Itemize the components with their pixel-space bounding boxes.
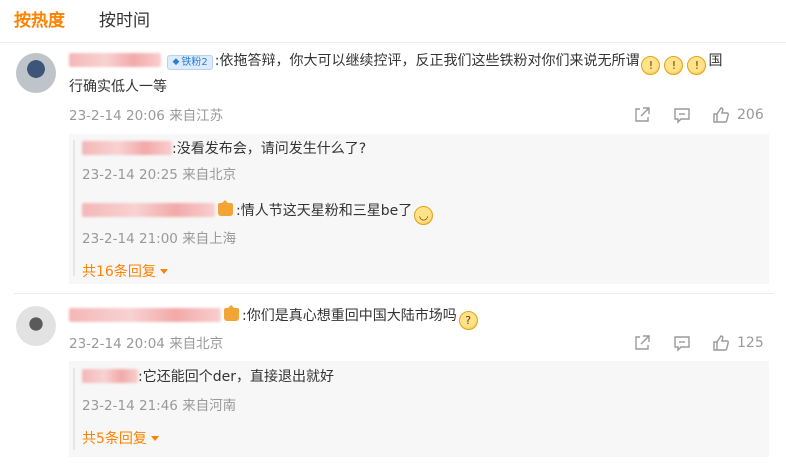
reply-location: 来自上海 <box>182 231 237 247</box>
comment-icon[interactable] <box>672 105 692 125</box>
vip-crown-icon <box>218 200 233 216</box>
reply-text: :情人节这天星粉和三星be了 ◡ <box>82 200 435 225</box>
replies-bar <box>73 368 75 450</box>
scream-emoji: ! <box>641 56 661 75</box>
comment-divider <box>14 293 774 294</box>
fan-badge[interactable]: ◆ 铁粉2 <box>167 55 213 70</box>
scream-emoji: ! <box>687 56 707 75</box>
thinking-emoji: ? <box>458 311 478 330</box>
username-blurred[interactable] <box>69 53 161 67</box>
diamond-icon: ◆ <box>172 57 180 67</box>
tab-by-time[interactable]: 按时间 <box>99 9 150 33</box>
caret-down-icon <box>150 436 159 441</box>
comment-text: :你们是真心想重回中国大陆市场吗 <box>242 308 457 324</box>
vip-crown-icon <box>224 305 239 321</box>
reply-username-blurred[interactable] <box>82 369 138 383</box>
comment-text-tail: 国 <box>708 53 723 69</box>
reply-username-blurred[interactable] <box>82 141 172 155</box>
reply-time: 23-2-14 21:46 <box>82 398 178 414</box>
smile-emoji: ◡ <box>414 206 434 225</box>
tabs-divider <box>0 42 786 43</box>
scream-emoji: ! <box>664 56 684 75</box>
more-replies-link[interactable]: 共16条回复 <box>82 263 168 281</box>
replies-bar <box>73 140 75 276</box>
reply-meta: 23-2-14 21:46 来自河南 <box>82 397 236 415</box>
comment-location: 来自江苏 <box>169 108 224 124</box>
share-icon[interactable] <box>632 105 652 125</box>
more-replies-link[interactable]: 共5条回复 <box>82 430 159 448</box>
like-count: 206 <box>737 107 764 123</box>
avatar[interactable] <box>16 306 56 346</box>
tab-by-hotness[interactable]: 按热度 <box>14 9 65 33</box>
reply-text: :没看发布会，请问发生什么了? <box>82 139 366 159</box>
comment-text-line1: ◆ 铁粉2:依拖答辩，你大可以继续控评，反正我们这些铁粉对你们来说无所谓!!! 国 <box>69 51 769 75</box>
comment-text-line2: 行确实低人一等 <box>69 79 167 95</box>
like-count: 125 <box>737 335 764 351</box>
comment-meta: 23-2-14 20:06 来自江苏 <box>69 107 223 125</box>
username-blurred[interactable] <box>69 308 221 322</box>
reply-location: 来自河南 <box>182 398 237 414</box>
comment-text-line1: :你们是真心想重回中国大陆市场吗? <box>69 305 480 330</box>
reply-username-blurred[interactable] <box>82 203 215 217</box>
sort-tabs: 按热度 按时间 <box>14 8 184 34</box>
reply-meta: 23-2-14 20:25 来自北京 <box>82 166 236 184</box>
avatar[interactable] <box>16 53 56 93</box>
comment-location: 来自北京 <box>169 336 224 352</box>
comment-time: 23-2-14 20:04 <box>69 336 165 352</box>
reply-text: :它还能回个der，直接退出就好 <box>82 367 334 387</box>
reply-time: 23-2-14 20:25 <box>82 167 178 183</box>
reply-time: 23-2-14 21:00 <box>82 231 178 247</box>
reply-meta: 23-2-14 21:00 来自上海 <box>82 230 236 248</box>
comment-time: 23-2-14 20:06 <box>69 108 165 124</box>
like-icon[interactable] <box>711 333 731 353</box>
share-icon[interactable] <box>632 333 652 353</box>
reply-location: 来自北京 <box>182 167 237 183</box>
caret-down-icon <box>159 269 168 274</box>
comment-actions: 125 <box>632 333 764 353</box>
comment-actions: 206 <box>632 105 764 125</box>
comment-text: :依拖答辩，你大可以继续控评，反正我们这些铁粉对你们来说无所谓 <box>214 53 640 69</box>
like-icon[interactable] <box>711 105 731 125</box>
comment-icon[interactable] <box>672 333 692 353</box>
comment-meta: 23-2-14 20:04 来自北京 <box>69 335 223 353</box>
